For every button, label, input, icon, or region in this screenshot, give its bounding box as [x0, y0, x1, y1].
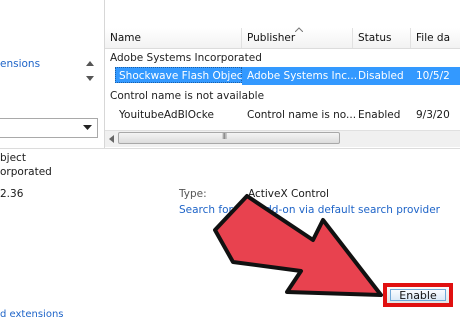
row-cell-file-date: 9/3/20 — [416, 109, 450, 121]
row-cell-status: Disabled — [358, 70, 404, 82]
row-cell-publisher: Control name is no... — [247, 109, 357, 121]
column-header-name[interactable]: Name — [105, 28, 242, 48]
details-divider — [0, 148, 460, 149]
row-cell-name: YouitubeAdBlOcke — [119, 109, 214, 121]
scrollbar-grip: III — [222, 132, 227, 141]
addon-version-detail: 2.36 — [0, 188, 24, 200]
addons-list: Adobe Systems Incorporated Shockwave Fla… — [105, 48, 460, 130]
enable-button-label: Enable — [390, 289, 446, 302]
find-more-extensions-link[interactable]: d extensions — [0, 309, 64, 320]
group-header: Control name is not available — [110, 90, 265, 102]
column-header-file-date[interactable]: File da — [411, 28, 460, 48]
row-cell-publisher: Adobe Systems Inc... — [247, 70, 358, 82]
scroll-up-icon[interactable] — [86, 60, 94, 66]
addon-name-detail: bject — [0, 152, 26, 164]
row-cell-status: Enabled — [358, 109, 401, 121]
addon-publisher-detail: orporated — [0, 166, 52, 178]
scroll-down-icon[interactable] — [86, 76, 94, 82]
show-dropdown[interactable] — [0, 118, 98, 138]
column-header-status[interactable]: Status — [353, 28, 411, 48]
arrow-icon — [213, 194, 383, 297]
scrollbar-thumb[interactable]: III — [118, 132, 340, 144]
sort-ascending-icon — [295, 27, 303, 32]
row-cell-file-date: 10/5/2 — [416, 70, 450, 82]
column-headers: Name Publisher Status File da — [105, 27, 460, 48]
show-extensions-link[interactable]: ensions — [0, 58, 40, 70]
table-row[interactable]: YouitubeAdBlOcke Control name is no... E… — [105, 106, 460, 124]
group-header: Adobe Systems Incorporated — [110, 52, 262, 64]
table-row[interactable]: Shockwave Flash Object Adobe Systems Inc… — [105, 67, 460, 85]
row-cell-name: Shockwave Flash Object — [115, 67, 247, 83]
scroll-left-icon[interactable] — [108, 135, 114, 143]
chevron-down-icon — [83, 125, 92, 130]
enable-button[interactable]: Enable — [383, 283, 453, 307]
